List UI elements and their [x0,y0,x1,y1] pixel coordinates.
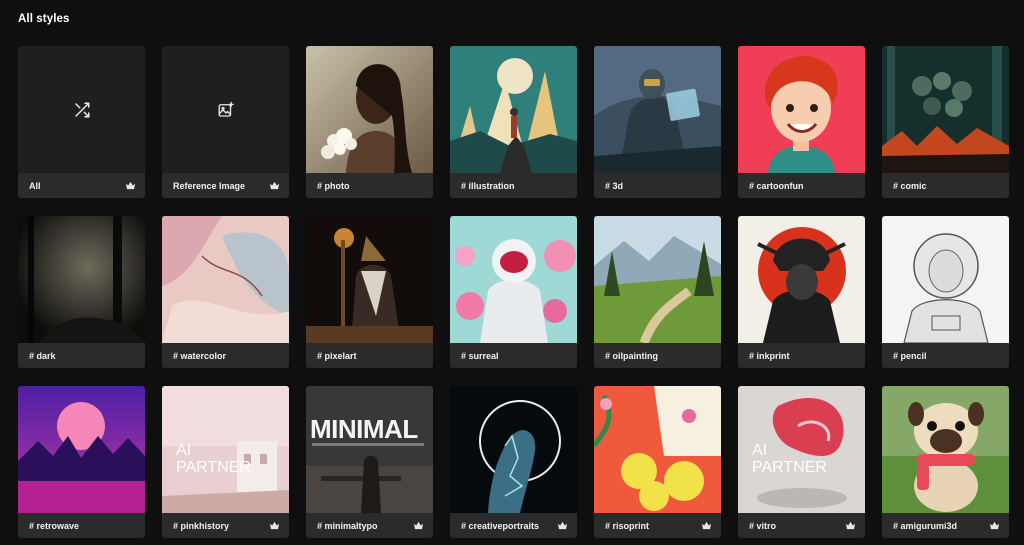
style-card-minimaltypo[interactable]: MINIMAL # minimaltypo [306,386,433,538]
risoprint-image [594,386,721,513]
crown-icon [702,521,711,530]
pixelart-wizard-image [306,216,433,343]
overlay-caption: AI PARTNER [752,442,827,476]
crown-icon [270,521,279,530]
style-card-amigurumi3d[interactable]: # amigurumi3d [882,386,1009,538]
watercolor-image [162,216,289,343]
style-label: # surreal [461,350,499,361]
thumb-illustration [450,46,577,173]
style-card-all[interactable]: All [18,46,145,198]
style-card-oilpainting[interactable]: # oilpainting [594,216,721,368]
retrowave-image [18,386,145,513]
style-label: # vitro [749,520,777,531]
overlay-caption: AI PARTNER [176,442,251,476]
inkprint-samurai-image [738,216,865,343]
minimaltypo-image [306,386,433,513]
thumb-pencil [882,216,1009,343]
thumb-vitro: AI PARTNER [738,386,865,513]
thumb-dark [18,216,145,343]
creativeportraits-image [450,386,577,513]
style-label: # pixelart [317,350,357,361]
style-label: # watercolor [173,350,227,361]
thumb-surreal [450,216,577,343]
style-label: All [29,180,41,191]
style-label: # dark [29,350,56,361]
style-card-watercolor[interactable]: # watercolor [162,216,289,368]
image-add-icon [218,101,234,117]
style-label: # inkprint [749,350,790,361]
thumb-comic [882,46,1009,173]
style-label: # comic [893,180,927,191]
surreal-astronaut-image [450,216,577,343]
style-card-creativeportraits[interactable]: # creativeportraits [450,386,577,538]
style-label: # creativeportraits [461,520,540,531]
style-label: # photo [317,180,350,191]
style-card-vitro[interactable]: AI PARTNER # vitro [738,386,865,538]
style-label: # amigurumi3d [893,520,958,531]
style-card-surreal[interactable]: # surreal [450,216,577,368]
style-label: # minimaltypo [317,520,378,531]
thumb-oilpainting [594,216,721,343]
style-card-risoprint[interactable]: # risoprint [594,386,721,538]
style-label: # illustration [461,180,515,191]
overlay-subline [312,443,424,446]
thumb-reference-image [162,46,289,173]
pencil-astronaut-image [882,216,1009,343]
crown-icon [414,521,423,530]
thumb-retrowave [18,386,145,513]
thumb-pixelart [306,216,433,343]
thumb-cartoonfun [738,46,865,173]
page-title: All styles [18,13,70,25]
style-label: # pencil [893,350,927,361]
thumb-photo [306,46,433,173]
oilpainting-landscape-image [594,216,721,343]
style-label: # pinkhistory [173,520,230,531]
cartoon-face-image [738,46,865,173]
thumb-inkprint [738,216,865,343]
thumb-watercolor [162,216,289,343]
overlay-title: MINIMAL [310,414,418,444]
style-label: # risoprint [605,520,650,531]
style-card-cartoonfun[interactable]: # cartoonfun [738,46,865,198]
styles-grid: All Reference Image # photo # illustrati… [18,46,1009,538]
crown-icon [846,521,855,530]
style-label: # oilpainting [605,350,658,361]
crown-icon [990,521,999,530]
illustration-image [450,46,577,173]
style-card-retrowave[interactable]: # retrowave [18,386,145,538]
style-label: # retrowave [29,520,80,531]
thumb-3d [594,46,721,173]
shuffle-icon [74,102,89,117]
thumb-amigurumi3d [882,386,1009,513]
thumb-creativeportraits [450,386,577,513]
style-card-inkprint[interactable]: # inkprint [738,216,865,368]
style-card-pinkhistory[interactable]: AI PARTNER # pinkhistory [162,386,289,538]
thumb-minimaltypo: MINIMAL [306,386,433,513]
style-card-comic[interactable]: # comic [882,46,1009,198]
style-card-illustration[interactable]: # illustration [450,46,577,198]
style-card-pixelart[interactable]: # pixelart [306,216,433,368]
style-label: # 3d [605,180,624,191]
thumb-pinkhistory: AI PARTNER [162,386,289,513]
thumb-all [18,46,145,173]
style-card-pencil[interactable]: # pencil [882,216,1009,368]
3d-soldier-image [594,46,721,173]
amigurumi-pug-image [882,386,1009,513]
style-card-photo[interactable]: # photo [306,46,433,198]
photo-portrait-image [306,46,433,173]
thumb-risoprint [594,386,721,513]
comic-image [882,46,1009,173]
style-label: # cartoonfun [749,180,804,191]
style-card-reference-image[interactable]: Reference Image [162,46,289,198]
style-label: Reference Image [173,180,246,191]
crown-icon [558,521,567,530]
crown-icon [126,181,135,190]
crown-icon [270,181,279,190]
style-card-dark[interactable]: # dark [18,216,145,368]
style-card-3d[interactable]: # 3d [594,46,721,198]
dark-forest-image [18,216,145,343]
